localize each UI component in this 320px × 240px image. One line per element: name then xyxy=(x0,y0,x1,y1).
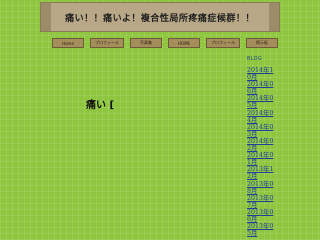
archive-link[interactable]: 2014年01月 xyxy=(247,152,277,166)
banner-right-border xyxy=(269,3,279,31)
main-heading: 痛い [ xyxy=(86,100,115,111)
sidebar-blog-label: BLOG xyxy=(247,56,263,62)
sidebar: BLOG 2014年10月 2014年06月 2014年05月 2014年04月… xyxy=(247,56,287,237)
archive-link[interactable]: 2013年08月 xyxy=(247,181,277,195)
archive-list: 2014年10月 2014年06月 2014年05月 2014年04月 2014… xyxy=(247,67,287,237)
site-title: 痛い！！痛いよ！複合性局所疼痛症候群！！ xyxy=(65,13,255,24)
archive-link[interactable]: 2014年10月 xyxy=(247,67,277,81)
nav-button-6[interactable]: 掲示板 xyxy=(246,38,278,48)
nav-button-2[interactable]: プロフィール xyxy=(90,38,124,48)
archive-link[interactable]: 2013年05月 xyxy=(247,223,277,237)
archive-link[interactable]: 2014年06月 xyxy=(247,81,277,95)
archive-link[interactable]: 2014年04月 xyxy=(247,110,277,124)
banner-left-border xyxy=(41,3,51,31)
nav-button-5[interactable]: プロフィール xyxy=(206,38,240,48)
nav-button-4[interactable]: HOME xyxy=(168,38,200,48)
site-banner: 痛い！！痛いよ！複合性局所疼痛症候群！！ xyxy=(40,2,280,32)
archive-link[interactable]: 2013年07月 xyxy=(247,195,277,209)
archive-link[interactable]: 2014年05月 xyxy=(247,95,277,109)
nav-button-3[interactable]: 写真集 xyxy=(130,38,162,48)
archive-link[interactable]: 2013年06月 xyxy=(247,209,277,223)
archive-link[interactable]: 2014年03月 xyxy=(247,124,277,138)
nav-button-1[interactable]: Home xyxy=(52,38,84,48)
archive-link[interactable]: 2014年02月 xyxy=(247,138,277,152)
archive-link[interactable]: 2013年12月 xyxy=(247,166,277,180)
nav-bar: Home プロフィール 写真集 HOME プロフィール 掲示板 xyxy=(52,38,278,48)
